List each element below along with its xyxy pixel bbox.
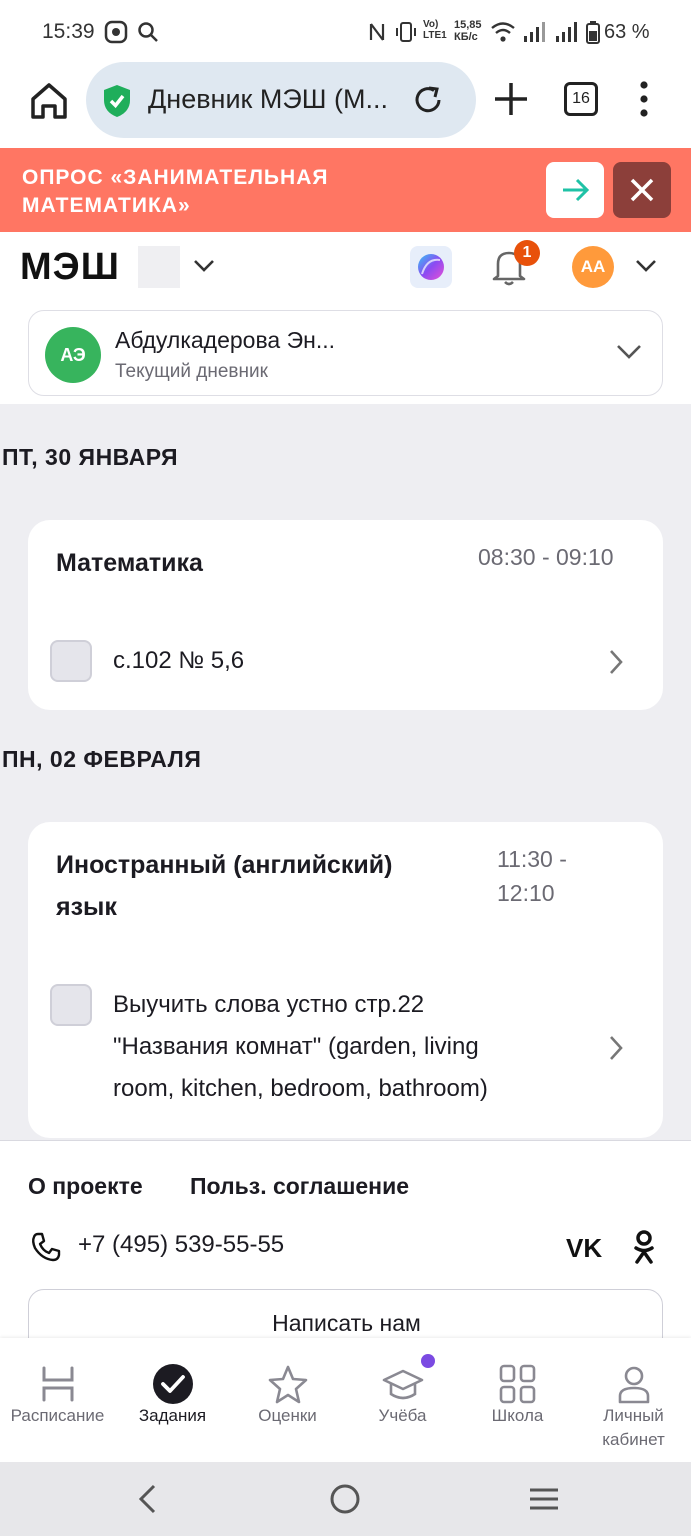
arrow-right-icon — [563, 178, 590, 202]
volte-label: Vo) LTE1 — [423, 19, 447, 41]
lesson-subject-line1: Иностранный (английский) — [56, 851, 393, 879]
bottom-navigation: Расписание Задания Оценки Учёба Школа Ли… — [0, 1338, 691, 1462]
notification-badge: 1 — [514, 240, 540, 266]
survey-banner: ОПРОС «ЗАНИМАТЕЛЬНАЯ МАТЕМАТИКА» — [0, 148, 691, 232]
student-subtitle: Текущий дневник — [115, 361, 268, 382]
task-checkbox[interactable] — [50, 984, 92, 1026]
lesson-card[interactable]: Иностранный (английский) язык 11:30 - 12… — [28, 822, 663, 1138]
app-header: МЭШ 1 АА — [0, 232, 691, 302]
page-title: Дневник МЭШ (М... — [148, 84, 388, 114]
more-options-icon[interactable] — [634, 80, 654, 118]
nav-label: Учёба — [378, 1406, 427, 1425]
new-tab-icon[interactable] — [492, 80, 530, 118]
nav-label: Школа — [491, 1406, 544, 1425]
new-indicator-dot — [421, 1354, 435, 1368]
address-bar[interactable]: Дневник МЭШ (М... — [86, 62, 476, 138]
odnoklassniki-icon[interactable] — [630, 1229, 658, 1265]
status-time: 15:39 — [42, 20, 95, 43]
assistant-logo-icon — [418, 254, 444, 280]
nav-item-tasks[interactable]: Задания — [115, 1338, 230, 1462]
task-text: с.102 № 5,6 — [113, 647, 245, 674]
school-selector-box[interactable] — [138, 246, 180, 288]
footer: О проекте Польз. соглашение +7 (495) 539… — [0, 1140, 691, 1338]
nav-label: Личный — [603, 1406, 664, 1425]
nav-label: Оценки — [258, 1406, 317, 1425]
close-icon — [630, 178, 654, 202]
student-avatar: АЭ — [45, 327, 101, 383]
student-name: Абдулкадерова Эн... — [115, 327, 336, 353]
write-us-label: Написать нам — [272, 1310, 421, 1336]
battery-icon — [586, 21, 600, 44]
status-bar: 15:39 Vo) LTE1 15,85 КБ/с 63 % — [0, 0, 691, 64]
lesson-time-start: 11:30 - — [497, 846, 567, 872]
chevron-right-icon[interactable] — [606, 648, 626, 676]
lesson-card[interactable]: Математика 08:30 - 09:10 с.102 № 5,6 — [28, 520, 663, 710]
day-heading: ПТ, 30 ЯНВАРЯ — [2, 444, 179, 470]
back-icon[interactable] — [134, 1482, 160, 1516]
chevron-down-icon — [617, 345, 641, 359]
search-icon — [138, 22, 158, 42]
check-circle-icon — [153, 1364, 193, 1404]
lesson-subject-line2: язык — [56, 893, 117, 921]
screen-record-icon — [104, 20, 128, 44]
task-text-line1: Выучить слова устно стр.22 — [113, 991, 425, 1018]
banner-text: ОПРОС «ЗАНИМАТЕЛЬНАЯ МАТЕМАТИКА» — [22, 166, 329, 217]
chevron-right-icon[interactable] — [606, 1034, 626, 1062]
day-heading: ПН, 02 ФЕВРАЛЯ — [2, 746, 202, 772]
nav-item-schedule[interactable]: Расписание — [0, 1338, 115, 1462]
nav-item-profile[interactable]: Личный кабинет — [576, 1338, 691, 1462]
task-text-line2: "Названия комнат" (garden, living — [113, 1033, 479, 1060]
vibrate-icon — [396, 22, 416, 42]
assistant-app-button[interactable] — [410, 246, 452, 288]
net-speed: 15,85 КБ/с — [454, 19, 482, 43]
nav-item-school[interactable]: Школа — [460, 1338, 575, 1462]
mesh-logo[interactable]: МЭШ — [20, 246, 120, 289]
write-us-button[interactable]: Написать нам — [28, 1289, 663, 1338]
signal-icon-1 — [524, 22, 545, 42]
chevron-down-icon[interactable] — [634, 258, 658, 274]
student-selector[interactable]: АЭ Абдулкадерова Эн... Текущий дневник — [28, 310, 663, 396]
person-icon — [618, 1366, 650, 1404]
secure-shield-icon — [104, 85, 130, 117]
task-text-line3: room, kitchen, bedroom, bathroom) — [113, 1075, 488, 1102]
schedule-icon — [42, 1366, 74, 1402]
user-avatar[interactable]: АА — [572, 246, 614, 288]
tab-switcher-button[interactable]: 16 — [564, 82, 598, 116]
nav-label: кабинет — [602, 1430, 665, 1449]
lesson-subject: Математика — [56, 549, 203, 577]
reload-icon[interactable] — [412, 84, 444, 116]
nav-label: Задания — [138, 1406, 207, 1425]
banner-close-button[interactable] — [613, 162, 671, 218]
lesson-time: 08:30 - 09:10 — [478, 544, 614, 570]
grid-icon — [499, 1364, 536, 1404]
about-link[interactable]: О проекте — [28, 1173, 143, 1200]
lesson-time-end: 12:10 — [497, 880, 555, 906]
vk-icon[interactable]: VK — [566, 1233, 602, 1264]
browser-toolbar: Дневник МЭШ (М... 16 — [0, 60, 691, 148]
home-circle-icon[interactable] — [328, 1482, 362, 1516]
nav-item-study[interactable]: Учёба — [345, 1338, 460, 1462]
task-checkbox[interactable] — [50, 640, 92, 682]
home-icon[interactable] — [28, 80, 70, 122]
recent-apps-icon[interactable] — [528, 1482, 560, 1516]
chevron-down-icon[interactable] — [192, 258, 216, 274]
battery-percent: 63 % — [604, 21, 650, 43]
signal-icon-2 — [556, 22, 577, 42]
banner-open-button[interactable] — [546, 162, 604, 218]
graduation-cap-icon — [382, 1369, 424, 1400]
phone-icon — [32, 1232, 61, 1262]
nfc-icon — [369, 23, 385, 41]
nav-label: Расписание — [10, 1406, 105, 1425]
system-navigation-bar — [0, 1462, 691, 1536]
homework-list: ПТ, 30 ЯНВАРЯ Математика 08:30 - 09:10 с… — [0, 404, 691, 1140]
agreement-link[interactable]: Польз. соглашение — [190, 1173, 409, 1200]
wifi-icon — [491, 22, 515, 42]
star-icon — [268, 1365, 308, 1404]
nav-item-grades[interactable]: Оценки — [230, 1338, 345, 1462]
phone-number[interactable]: +7 (495) 539-55-55 — [78, 1231, 284, 1259]
